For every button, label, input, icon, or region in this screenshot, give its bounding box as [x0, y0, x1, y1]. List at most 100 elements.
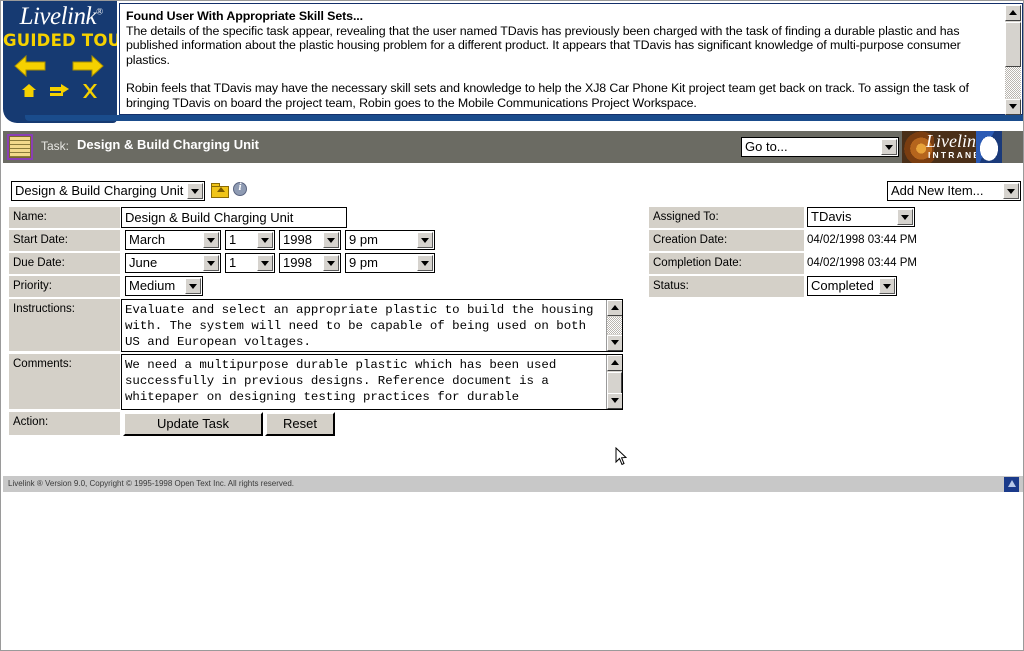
livelink-flag-icon — [976, 131, 1002, 163]
instructions-scrollbar[interactable] — [606, 300, 622, 351]
table-row-comments: Comments: We need a multipurpose durable… — [9, 354, 623, 410]
table-row-priority: Priority: Medium — [9, 276, 623, 298]
start-time-value: 9 pm — [349, 232, 378, 247]
up-folder-icon[interactable] — [211, 182, 229, 198]
table-row-instructions: Instructions: Evaluate and select an app… — [9, 299, 623, 352]
goto-dropdown-value: Go to... — [745, 139, 788, 154]
tour-home-icon[interactable] — [21, 83, 37, 98]
table-row-start-date: Start Date: March 1 1998 9 pm — [9, 230, 623, 252]
object-name-dropdown[interactable]: Design & Build Charging Unit — [11, 181, 205, 201]
table-row-name: Name: Design & Build Charging Unit — [9, 207, 623, 229]
task-type-label: Task: — [41, 139, 70, 153]
back-to-top-icon[interactable] — [1004, 477, 1019, 492]
assigned-to-label: Assigned To: — [649, 207, 805, 229]
tour-forward-arrow-icon[interactable] — [71, 54, 105, 78]
chevron-down-icon[interactable] — [323, 255, 339, 271]
instructions-label: Instructions: — [9, 299, 121, 352]
reset-button[interactable]: Reset — [265, 412, 335, 436]
scrollbar-thumb[interactable] — [607, 372, 622, 394]
tour-close-icon[interactable] — [81, 83, 99, 99]
due-date-label: Due Date: — [9, 253, 121, 275]
scrollbar-track[interactable] — [1005, 67, 1021, 98]
table-row-assigned-to: Assigned To: TDavis — [649, 207, 1021, 229]
registered-mark: ® — [96, 6, 103, 17]
comments-scrollbar[interactable] — [606, 355, 622, 409]
action-label: Action: — [9, 412, 121, 436]
scroll-down-button[interactable] — [607, 393, 622, 409]
instructions-textarea[interactable]: Evaluate and select an appropriate plast… — [121, 299, 623, 352]
add-new-item-value: Add New Item... — [891, 183, 984, 198]
livelink-wordmark: Livelink® — [19, 3, 103, 30]
start-year-dropdown[interactable]: 1998 — [279, 230, 341, 250]
scroll-down-button[interactable] — [1005, 99, 1021, 115]
page-title: Design & Build Charging Unit — [77, 137, 259, 152]
comments-text: We need a multipurpose durable plastic w… — [125, 358, 564, 405]
chevron-down-icon[interactable] — [1003, 183, 1019, 199]
completion-date-label: Completion Date: — [649, 253, 805, 275]
status-label: Status: — [649, 276, 805, 298]
completion-date-value: 04/02/1998 03:44 PM — [807, 257, 917, 269]
assigned-to-dropdown[interactable]: TDavis — [807, 207, 915, 227]
notepad-icon — [7, 134, 33, 160]
banner-shadow-bar — [25, 115, 1023, 121]
tour-skip-icon[interactable] — [49, 83, 71, 98]
creation-date-value: 04/02/1998 03:44 PM — [807, 234, 917, 246]
due-year-value: 1998 — [283, 255, 312, 270]
task-header-bar: Task: Design & Build Charging Unit Go to… — [3, 131, 1023, 163]
guided-tour-heading: Found User With Appropriate Skill Sets..… — [126, 9, 363, 23]
start-day-dropdown[interactable]: 1 — [225, 230, 275, 250]
name-label: Name: — [9, 207, 121, 229]
creation-date-label: Creation Date: — [649, 230, 805, 252]
goto-dropdown[interactable]: Go to... — [741, 137, 899, 157]
page-footer: Livelink ® Version 9.0, Copyright © 1995… — [3, 475, 1023, 492]
due-day-value: 1 — [229, 255, 237, 270]
chevron-down-icon[interactable] — [323, 232, 339, 248]
table-row-completion-date: Completion Date: 04/02/1998 03:44 PM — [649, 253, 1021, 275]
guided-tour-logo-panel: Livelink® GUIDED TOUR — [3, 1, 117, 123]
due-time-value: 9 pm — [349, 255, 378, 270]
start-day-value: 1 — [229, 232, 237, 247]
task-form-area: Design & Build Charging Unit Add New Ite… — [3, 163, 1023, 473]
chevron-down-icon[interactable] — [203, 232, 219, 248]
chevron-down-icon[interactable] — [879, 278, 895, 294]
comments-textarea[interactable]: We need a multipurpose durable plastic w… — [121, 354, 623, 410]
status-value: Completed — [811, 278, 874, 293]
due-month-dropdown[interactable]: June — [125, 253, 221, 273]
assigned-to-value: TDavis — [811, 209, 852, 224]
object-name-dropdown-value: Design & Build Charging Unit — [15, 183, 184, 198]
chevron-down-icon[interactable] — [897, 209, 913, 225]
name-input[interactable]: Design & Build Charging Unit — [121, 207, 347, 228]
guided-tour-text-panel: Found User With Appropriate Skill Sets..… — [119, 3, 1023, 115]
priority-dropdown[interactable]: Medium — [125, 276, 203, 296]
status-dropdown[interactable]: Completed — [807, 276, 897, 296]
chevron-down-icon[interactable] — [417, 232, 433, 248]
scroll-up-button[interactable] — [607, 300, 622, 316]
scroll-up-button[interactable] — [1005, 5, 1021, 21]
chevron-down-icon[interactable] — [185, 278, 201, 294]
chevron-down-icon[interactable] — [417, 255, 433, 271]
chevron-down-icon[interactable] — [257, 255, 273, 271]
scrollbar-thumb[interactable] — [1005, 22, 1021, 67]
priority-label: Priority: — [9, 276, 121, 298]
guided-tour-paragraph-1: The details of the specific task appear,… — [126, 24, 961, 67]
table-row-due-date: Due Date: June 1 1998 9 pm — [9, 253, 623, 275]
chevron-down-icon[interactable] — [881, 139, 897, 155]
table-row-status: Status: Completed — [649, 276, 1021, 298]
guided-tour-scrollbar[interactable] — [1005, 5, 1021, 115]
update-task-button[interactable]: Update Task — [123, 412, 263, 436]
scroll-down-button[interactable] — [607, 335, 622, 351]
due-time-dropdown[interactable]: 9 pm — [345, 253, 435, 273]
chevron-down-icon[interactable] — [257, 232, 273, 248]
due-day-dropdown[interactable]: 1 — [225, 253, 275, 273]
start-month-value: March — [129, 232, 166, 247]
info-icon[interactable] — [233, 181, 247, 196]
chevron-down-icon[interactable] — [187, 183, 203, 199]
start-time-dropdown[interactable]: 9 pm — [345, 230, 435, 250]
scroll-up-button[interactable] — [607, 355, 622, 371]
instructions-text: Evaluate and select an appropriate plast… — [125, 303, 601, 350]
chevron-down-icon[interactable] — [203, 255, 219, 271]
add-new-item-dropdown[interactable]: Add New Item... — [887, 181, 1021, 201]
tour-back-arrow-icon[interactable] — [13, 54, 47, 78]
start-month-dropdown[interactable]: March — [125, 230, 221, 250]
due-year-dropdown[interactable]: 1998 — [279, 253, 341, 273]
